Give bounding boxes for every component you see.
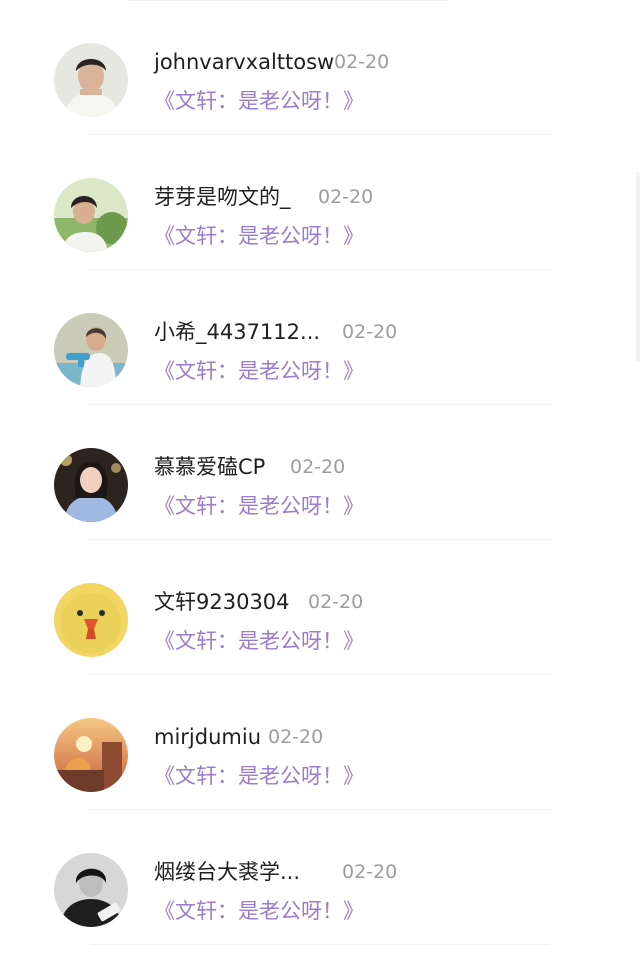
- username[interactable]: johnvarvxalttosw: [154, 48, 334, 76]
- username[interactable]: 芽芽是吻文的_: [154, 183, 291, 211]
- comment-item: 芽芽是吻文的_ 02-20 《文轩：是老公呀！》: [0, 135, 640, 270]
- comment-item: 文轩9230304 02-20 《文轩：是老公呀！》: [0, 540, 640, 675]
- comment-item: 小希_4437112... 02-20 《文轩：是老公呀！》: [0, 270, 640, 405]
- comment-date: 02-20: [318, 186, 374, 208]
- comment-item: 烟缕台大裘学... 02-20 《文轩：是老公呀！》: [0, 810, 640, 945]
- comment-list: johnvarvxalttosw 02-20 《文轩：是老公呀！》 芽芽是吻文的…: [0, 0, 640, 945]
- boy-portrait-avatar[interactable]: [54, 43, 128, 117]
- comment-date: 02-20: [290, 456, 346, 478]
- comment-text[interactable]: 《文轩：是老公呀！》: [154, 626, 364, 656]
- comment-item: mirjdumiu 02-20 《文轩：是老公呀！》: [0, 675, 640, 810]
- comment-date: 02-20: [342, 321, 398, 343]
- username[interactable]: 慕慕爱磕CP: [154, 453, 265, 481]
- boy-water-gun-avatar[interactable]: [54, 313, 128, 387]
- comment-text[interactable]: 《文轩：是老公呀！》: [154, 491, 364, 521]
- comment-item: johnvarvxalttosw 02-20 《文轩：是老公呀！》: [0, 0, 640, 135]
- comment-date: 02-20: [308, 591, 364, 613]
- username[interactable]: 小希_4437112...: [154, 318, 320, 346]
- sunset-building-avatar[interactable]: [54, 718, 128, 792]
- girl-portrait-avatar[interactable]: [54, 448, 128, 522]
- comment-text[interactable]: 《文轩：是老公呀！》: [154, 221, 364, 251]
- monochrome-portrait-avatar[interactable]: [54, 853, 128, 927]
- username[interactable]: 文轩9230304: [154, 588, 290, 616]
- comment-text[interactable]: 《文轩：是老公呀！》: [154, 86, 364, 116]
- username[interactable]: mirjdumiu: [154, 723, 261, 751]
- comment-date: 02-20: [334, 51, 390, 73]
- divider: [90, 944, 550, 945]
- comment-text[interactable]: 《文轩：是老公呀！》: [154, 761, 364, 791]
- comment-text[interactable]: 《文轩：是老公呀！》: [154, 896, 364, 926]
- comment-text[interactable]: 《文轩：是老公呀！》: [154, 356, 364, 386]
- yellow-duck-avatar[interactable]: [54, 583, 128, 657]
- boy-outdoor-avatar[interactable]: [54, 178, 128, 252]
- username[interactable]: 烟缕台大裘学...: [154, 858, 300, 886]
- comment-item: 慕慕爱磕CP 02-20 《文轩：是老公呀！》: [0, 405, 640, 540]
- comment-date: 02-20: [268, 726, 324, 748]
- comment-date: 02-20: [342, 861, 398, 883]
